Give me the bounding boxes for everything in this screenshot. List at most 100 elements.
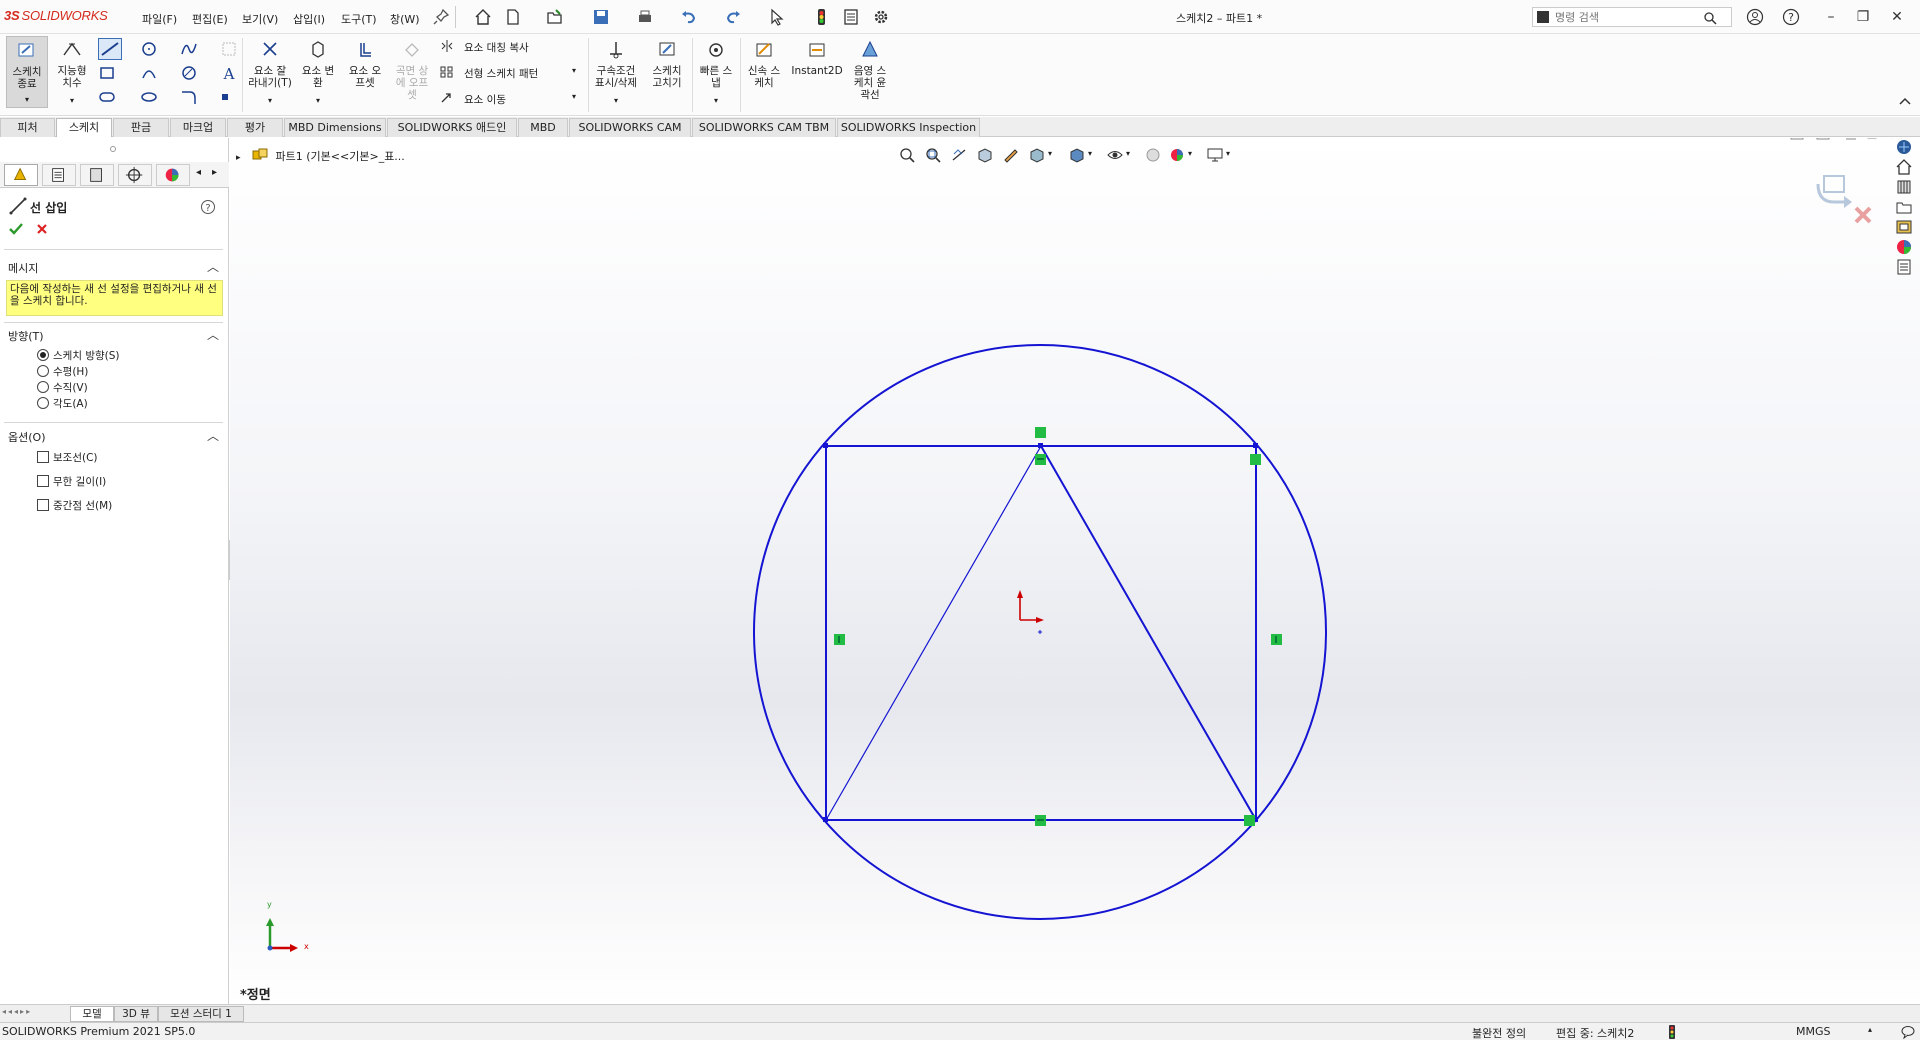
menu-window[interactable]: 창(W)	[390, 11, 420, 27]
tab-features[interactable]: 피처	[0, 118, 55, 137]
radio-vertical[interactable]: 수직(V)	[37, 380, 88, 395]
undo-icon[interactable]	[680, 8, 698, 26]
command-search-input[interactable]	[1555, 10, 1695, 24]
tab-mbd-dimensions[interactable]: MBD Dimensions	[284, 118, 386, 137]
sketch-rectangle[interactable]	[825, 445, 1257, 821]
minimize-button[interactable]: –	[1822, 8, 1840, 26]
tab-3d-views[interactable]: 3D 뷰	[114, 1006, 158, 1022]
checkbox[interactable]	[37, 451, 49, 463]
close-button[interactable]: ✕	[1888, 8, 1906, 26]
search-icon[interactable]	[1703, 11, 1717, 25]
pin-icon[interactable]	[432, 8, 450, 26]
orientation-section-header[interactable]: 방향(T) ︿	[8, 328, 223, 344]
unit-system[interactable]: MMGS	[1796, 1025, 1831, 1038]
convert-entities-button[interactable]: 요소 변환 ▾	[298, 40, 338, 107]
spline-icon[interactable]	[180, 40, 198, 58]
checkbox-infinite-length[interactable]: 무한 길이(I)	[37, 474, 106, 489]
radio-button[interactable]	[37, 381, 49, 393]
coincident-relation-icon[interactable]	[1035, 427, 1046, 438]
tab-solidworks-cam-tbm[interactable]: SOLIDWORKS CAM TBM	[692, 118, 836, 137]
tab-evaluate[interactable]: 평가	[227, 118, 283, 137]
unit-dropdown-arrow[interactable]: ▴	[1868, 1025, 1872, 1034]
help-icon[interactable]: ?	[1782, 8, 1800, 26]
checkbox[interactable]	[37, 475, 49, 487]
tab-model[interactable]: 모델	[70, 1006, 114, 1022]
menu-edit[interactable]: 편집(E)	[192, 11, 228, 27]
radio-button[interactable]	[37, 349, 49, 361]
radio-sketch-orientation[interactable]: 스케치 방향(S)	[37, 348, 120, 363]
solidworks-logo[interactable]: 3S SOLIDWORKS	[4, 8, 108, 23]
tab-solidworks-cam[interactable]: SOLIDWORKS CAM	[569, 118, 691, 137]
rebuild-status-icon[interactable]	[1668, 1025, 1676, 1039]
sketch-line-left[interactable]	[825, 445, 1042, 821]
message-section-header[interactable]: 메시지 ︿	[8, 260, 223, 276]
exit-sketch-button[interactable]: 스케치 종료 ▾	[6, 36, 48, 108]
sketch-canvas[interactable]	[230, 138, 1920, 1004]
smart-dimension-button[interactable]: 지능형 치수 ▾	[52, 40, 92, 107]
restore-button[interactable]: ❐	[1854, 8, 1872, 26]
file-properties-icon[interactable]	[842, 8, 860, 26]
polygon-icon[interactable]	[180, 64, 198, 82]
options-section-header[interactable]: 옵션(O) ︿	[8, 429, 223, 445]
relation-markers[interactable]	[834, 427, 1282, 826]
options-gear-icon[interactable]	[872, 8, 890, 26]
radio-horizontal[interactable]: 수평(H)	[37, 364, 88, 379]
print-icon[interactable]	[636, 8, 654, 26]
surface-grid-icon[interactable]	[220, 40, 238, 58]
tab-sketch[interactable]: 스케치	[56, 118, 112, 137]
display-relations-button[interactable]: 구속조건 표시/삭제 ▾	[592, 40, 640, 107]
coincident-relation-icon[interactable]	[1250, 454, 1261, 465]
tab-display-manager[interactable]	[156, 164, 190, 186]
radio-button[interactable]	[37, 397, 49, 409]
mirror-entities-button[interactable]: 요소 대칭 복사	[440, 40, 529, 55]
tab-configuration-manager[interactable]	[80, 164, 114, 186]
tab-motion-study[interactable]: 모션 스터디 1	[158, 1006, 244, 1022]
circle-icon[interactable]	[140, 40, 158, 58]
checkbox-construction[interactable]: 보조선(C)	[37, 450, 98, 465]
save-icon[interactable]	[592, 8, 610, 26]
ok-checkmark-icon[interactable]	[8, 222, 24, 236]
collapse-chevron-icon[interactable]: ︿	[207, 326, 219, 343]
tab-scroll-left[interactable]: ◂	[196, 167, 201, 178]
help-icon[interactable]: ?	[200, 199, 216, 215]
command-search[interactable]	[1532, 7, 1732, 27]
text-icon[interactable]: A	[220, 64, 238, 82]
redo-icon[interactable]	[724, 8, 742, 26]
collapse-chevron-icon[interactable]: ︿	[207, 258, 219, 275]
tab-solidworks-inspection[interactable]: SOLIDWORKS Inspection	[837, 118, 980, 137]
repair-sketch-button[interactable]: 스케치 고치기	[646, 40, 688, 89]
linear-pattern-button[interactable]: 선형 스케치 패턴 ▾	[440, 66, 576, 81]
rectangle-icon[interactable]	[98, 64, 116, 82]
shaded-sketch-contours-button[interactable]: 음영 스 케치 윤 곽선	[848, 40, 892, 101]
user-account-icon[interactable]	[1746, 8, 1764, 26]
point-icon[interactable]	[220, 92, 230, 102]
tab-feature-manager[interactable]	[4, 164, 38, 186]
checkbox[interactable]	[37, 499, 49, 511]
tab-sheet-metal[interactable]: 판금	[113, 118, 169, 137]
radio-angle[interactable]: 각도(A)	[37, 396, 88, 411]
tab-scroll-right[interactable]: ▸	[212, 167, 217, 178]
tab-markup[interactable]: 마크업	[170, 118, 226, 137]
instant2d-button[interactable]: Instant2D	[790, 40, 844, 77]
trim-entities-button[interactable]: 요소 잘 라내기(T) ▾	[248, 40, 292, 107]
rapid-sketch-button[interactable]: 신속 스 케치	[744, 40, 784, 89]
rebuild-icon[interactable]	[812, 8, 830, 26]
arc-icon[interactable]	[140, 64, 158, 82]
ellipse-icon[interactable]	[140, 88, 158, 106]
cancel-x-icon[interactable]	[36, 223, 48, 235]
collapse-chevron-icon[interactable]: ︿	[207, 427, 219, 444]
home-icon[interactable]	[474, 8, 492, 26]
fillet-icon[interactable]	[180, 88, 198, 106]
slot-icon[interactable]	[98, 88, 116, 106]
checkbox-midpoint-line[interactable]: 중간점 선(M)	[37, 498, 112, 513]
new-document-icon[interactable]	[504, 8, 522, 26]
sketch-origin[interactable]	[1017, 590, 1044, 623]
quick-tips-icon[interactable]	[1900, 1025, 1916, 1039]
move-entities-button[interactable]: 요소 이동 ▾	[440, 92, 576, 107]
radio-button[interactable]	[37, 365, 49, 377]
menu-insert[interactable]: 삽입(I)	[293, 11, 325, 27]
quick-snaps-button[interactable]: 빠른 스냅 ▾	[696, 40, 736, 107]
panel-grip-icon[interactable]	[110, 146, 116, 152]
menu-view[interactable]: 보기(V)	[242, 11, 278, 27]
line-tool-button[interactable]	[98, 38, 122, 60]
